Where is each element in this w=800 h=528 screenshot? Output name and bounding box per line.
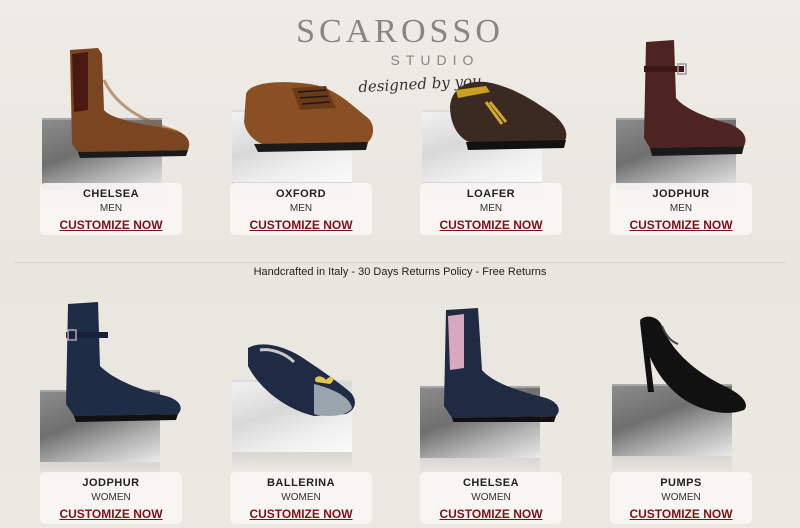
product-chelsea-men[interactable]: CHELSEA MEN CUSTOMIZE NOW bbox=[22, 0, 202, 250]
customize-now-link[interactable]: CUSTOMIZE NOW bbox=[59, 506, 162, 522]
product-name: CHELSEA bbox=[82, 188, 140, 200]
product-pumps-women[interactable]: PUMPS WOMEN CUSTOMIZE NOW bbox=[592, 280, 772, 528]
product-card: PUMPS WOMEN CUSTOMIZE NOW bbox=[610, 472, 752, 524]
product-card: CHELSEA MEN CUSTOMIZE NOW bbox=[40, 183, 182, 235]
product-gender: WOMEN bbox=[91, 492, 131, 503]
product-name: JODPHUR bbox=[652, 188, 710, 200]
jodphur-boot-burgundy-icon bbox=[644, 40, 746, 156]
customize-now-link[interactable]: CUSTOMIZE NOW bbox=[629, 506, 732, 522]
product-name: OXFORD bbox=[275, 188, 327, 200]
product-name: CHELSEA bbox=[462, 477, 520, 489]
women-product-row: JODPHUR WOMEN CUSTOMIZE NOW BALLERINA WO… bbox=[0, 280, 800, 528]
product-gender: WOMEN bbox=[471, 492, 511, 503]
product-gender: WOMEN bbox=[661, 492, 701, 503]
product-card: BALLERINA WOMEN CUSTOMIZE NOW bbox=[230, 472, 372, 524]
customize-now-link[interactable]: CUSTOMIZE NOW bbox=[439, 217, 542, 233]
chelsea-boot-brown-icon bbox=[70, 48, 190, 158]
customize-now-link[interactable]: CUSTOMIZE NOW bbox=[249, 506, 352, 522]
product-card: JODPHUR WOMEN CUSTOMIZE NOW bbox=[40, 472, 182, 524]
product-card: JODPHUR MEN CUSTOMIZE NOW bbox=[610, 183, 752, 235]
product-card: CHELSEA WOMEN CUSTOMIZE NOW bbox=[420, 472, 562, 524]
loafer-dark-brown-icon bbox=[450, 81, 567, 150]
customize-now-link[interactable]: CUSTOMIZE NOW bbox=[59, 217, 162, 233]
product-gender: WOMEN bbox=[281, 492, 321, 503]
customize-now-link[interactable]: CUSTOMIZE NOW bbox=[439, 506, 542, 522]
product-name: JODPHUR bbox=[82, 477, 140, 489]
product-name: BALLERINA bbox=[266, 477, 336, 489]
chelsea-boot-navy-pink-icon bbox=[444, 308, 559, 422]
product-name: LOAFER bbox=[466, 188, 516, 200]
product-card: OXFORD MEN CUSTOMIZE NOW bbox=[230, 183, 372, 235]
oxford-brown-icon bbox=[244, 82, 374, 152]
jodphur-boot-navy-icon bbox=[66, 302, 181, 422]
product-jodphur-men[interactable]: JODPHUR MEN CUSTOMIZE NOW bbox=[592, 0, 772, 250]
pumps-black-icon bbox=[640, 316, 746, 413]
product-chelsea-women[interactable]: CHELSEA WOMEN CUSTOMIZE NOW bbox=[402, 280, 582, 528]
product-name: PUMPS bbox=[660, 477, 702, 489]
customize-now-link[interactable]: CUSTOMIZE NOW bbox=[249, 217, 352, 233]
product-loafer-men[interactable]: LOAFER MEN CUSTOMIZE NOW bbox=[402, 0, 582, 250]
men-product-row: CHELSEA MEN CUSTOMIZE NOW OXFORD MEN CUS… bbox=[0, 0, 800, 250]
ballerina-navy-grey-icon bbox=[248, 344, 355, 416]
product-gender: MEN bbox=[99, 203, 123, 214]
product-oxford-men[interactable]: OXFORD MEN CUSTOMIZE NOW bbox=[212, 0, 392, 250]
product-ballerina-women[interactable]: BALLERINA WOMEN CUSTOMIZE NOW bbox=[212, 280, 392, 528]
info-banner: Handcrafted in Italy - 30 Days Returns P… bbox=[253, 266, 547, 278]
customize-now-link[interactable]: CUSTOMIZE NOW bbox=[629, 217, 732, 233]
product-jodphur-women[interactable]: JODPHUR WOMEN CUSTOMIZE NOW bbox=[22, 280, 202, 528]
product-gender: MEN bbox=[289, 203, 313, 214]
product-gender: MEN bbox=[669, 203, 693, 214]
product-card: LOAFER MEN CUSTOMIZE NOW bbox=[420, 183, 562, 235]
section-divider bbox=[14, 262, 786, 263]
product-gender: MEN bbox=[479, 203, 503, 214]
